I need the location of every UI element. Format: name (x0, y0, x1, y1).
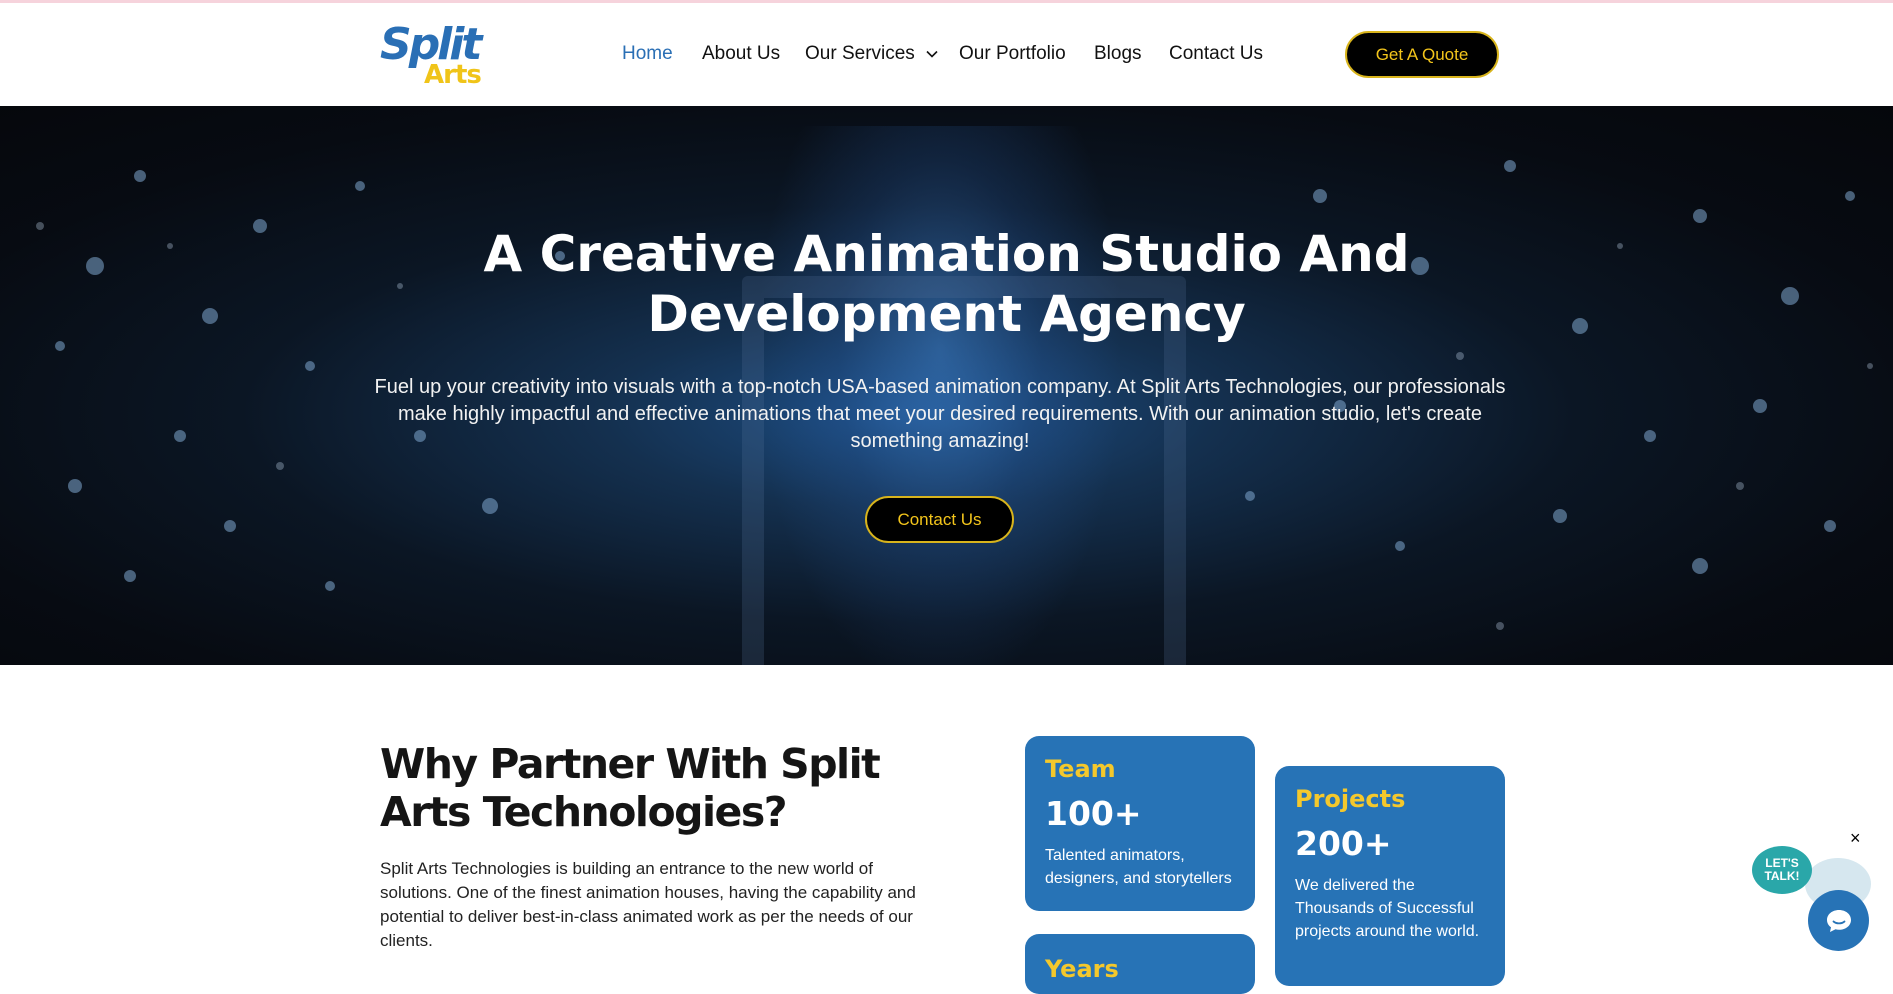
nav-about-us[interactable]: About Us (702, 43, 780, 65)
chat-icon (1826, 909, 1851, 932)
hero-contact-us-button[interactable]: Contact Us (865, 496, 1014, 543)
hero-title: A Creative Animation Studio And Developm… (0, 224, 1893, 344)
chevron-down-icon (926, 50, 938, 58)
chat-launcher-button[interactable] (1808, 890, 1869, 951)
close-icon[interactable]: × (1850, 828, 1861, 849)
nav-home[interactable]: Home (622, 43, 673, 65)
stat-number: 200+ (1295, 824, 1392, 863)
site-header: Split Arts Home About Us Our Services Ou… (0, 3, 1893, 106)
nav-blogs[interactable]: Blogs (1094, 43, 1142, 65)
stat-card-years: Years (1025, 934, 1255, 994)
stat-card-projects: Projects 200+ We delivered the Thousands… (1275, 766, 1505, 986)
stat-label: Team (1045, 755, 1116, 783)
stat-card-team: Team 100+ Talented animators, designers,… (1025, 736, 1255, 911)
hero-description: Fuel up your creativity into visuals wit… (374, 376, 1506, 452)
why-partner-title: Why Partner With Split Arts Technologies… (380, 740, 881, 836)
hero-title-line-1: A Creative Animation Studio And (483, 225, 1410, 283)
get-a-quote-button[interactable]: Get A Quote (1345, 31, 1499, 78)
hero-title-line-2: Development Agency (647, 285, 1246, 343)
stat-text: Talented animators, designers, and story… (1045, 847, 1232, 887)
logo-text-arts: Arts (424, 60, 482, 90)
stat-text: We delivered the Thousands of Successful… (1295, 877, 1480, 940)
nav-our-services[interactable]: Our Services (805, 43, 938, 65)
split-arts-logo[interactable]: Split Arts (380, 23, 484, 93)
stat-number: 100+ (1045, 794, 1142, 833)
nav-contact-us[interactable]: Contact Us (1169, 43, 1263, 65)
why-partner-description: Split Arts Technologies is building an e… (380, 859, 916, 950)
nav-our-portfolio[interactable]: Our Portfolio (959, 43, 1066, 65)
lets-talk-bubble[interactable]: LET'S TALK! (1752, 846, 1812, 894)
stat-label: Years (1045, 955, 1119, 983)
nav-our-services-label: Our Services (805, 43, 915, 64)
hero-section: A Creative Animation Studio And Developm… (0, 106, 1893, 665)
stat-label: Projects (1295, 785, 1406, 813)
